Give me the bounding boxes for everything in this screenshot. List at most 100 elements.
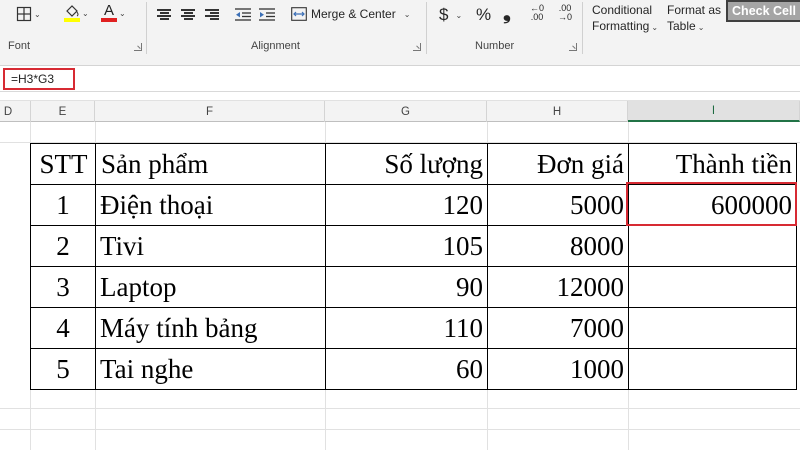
paint-bucket-icon xyxy=(64,5,80,22)
chevron-down-icon: ⌄ xyxy=(651,23,659,32)
table-row: 4 Máy tính bảng 110 7000 xyxy=(30,307,797,349)
cell-stt[interactable]: 1 xyxy=(30,184,96,226)
conditional-formatting-label-1: Conditional xyxy=(592,3,653,17)
cell-total[interactable] xyxy=(628,225,797,267)
cell-quantity[interactable]: 60 xyxy=(325,348,488,390)
cell-total[interactable] xyxy=(628,266,797,308)
table-row: 3 Laptop 90 12000 xyxy=(30,266,797,308)
cell-product[interactable]: Tai nghe xyxy=(95,348,326,390)
table-row: 5 Tai nghe 60 1000 xyxy=(30,348,797,390)
cell-quantity[interactable]: 90 xyxy=(325,266,488,308)
increase-indent-button[interactable] xyxy=(259,8,275,21)
number-group-label: Number xyxy=(475,40,515,52)
conditional-formatting-label-2: Formatting xyxy=(592,19,650,33)
check-cell-style[interactable]: Check Cell xyxy=(726,0,800,22)
fill-color-swatch xyxy=(64,18,80,22)
cell-quantity[interactable]: 110 xyxy=(325,307,488,349)
cell-unit-price[interactable]: 5000 xyxy=(487,184,629,226)
accounting-format-button[interactable]: $ ⌄ xyxy=(439,5,462,25)
chevron-down-icon: ⌄ xyxy=(455,10,463,20)
merge-center-button[interactable]: Merge & Center ⌄ xyxy=(291,7,410,21)
cell-total[interactable]: 600000 xyxy=(628,184,797,226)
cell-product[interactable]: Laptop xyxy=(95,266,326,308)
align-right-icon xyxy=(205,9,219,20)
format-as-table-label-2: Table xyxy=(667,19,696,33)
increase-decimal-bottom: .00 xyxy=(530,12,544,22)
header-quantity[interactable]: Số lượng xyxy=(325,143,488,185)
increase-decimal-button[interactable]: ←0 .00 xyxy=(530,4,544,22)
cell-stt[interactable]: 5 xyxy=(30,348,96,390)
chevron-down-icon: ⌄ xyxy=(119,8,126,18)
align-left-button[interactable] xyxy=(157,9,171,20)
chevron-down-icon: ⌄ xyxy=(34,9,41,19)
column-header-h[interactable]: H xyxy=(487,101,628,122)
divider xyxy=(582,2,583,54)
cell-unit-price[interactable]: 12000 xyxy=(487,266,629,308)
increase-indent-icon xyxy=(259,8,275,21)
cell-stt[interactable]: 3 xyxy=(30,266,96,308)
chevron-down-icon: ⌄ xyxy=(697,23,705,32)
align-left-icon xyxy=(157,9,171,20)
header-stt[interactable]: STT xyxy=(30,143,96,185)
fill-color-button[interactable]: ⌄ xyxy=(64,5,89,22)
cell-quantity[interactable]: 105 xyxy=(325,225,488,267)
gridline xyxy=(0,429,800,430)
alignment-group-label: Alignment xyxy=(251,40,300,52)
merge-cells-icon xyxy=(291,7,307,21)
cell-product[interactable]: Máy tính bảng xyxy=(95,307,326,349)
chevron-down-icon: ⌄ xyxy=(403,9,411,19)
column-header-i[interactable]: I xyxy=(628,101,800,122)
font-color-button[interactable]: A ⌄ xyxy=(101,3,126,22)
decrease-decimal-bottom: →0 xyxy=(558,12,573,22)
number-dialog-launcher[interactable] xyxy=(569,43,577,51)
cell-stt[interactable]: 2 xyxy=(30,225,96,267)
cell-stt[interactable]: 4 xyxy=(30,307,96,349)
conditional-formatting-button[interactable]: Conditional Formatting ⌄ xyxy=(592,2,658,36)
cell-unit-price[interactable]: 7000 xyxy=(487,307,629,349)
divider xyxy=(146,2,147,54)
cell-unit-price[interactable]: 8000 xyxy=(487,225,629,267)
cell-quantity[interactable]: 120 xyxy=(325,184,488,226)
comma-style-button[interactable]: ❟ xyxy=(503,2,511,25)
cell-product[interactable]: Tivi xyxy=(95,225,326,267)
font-color-icon: A xyxy=(101,3,117,22)
align-center-icon xyxy=(181,9,195,20)
decrease-decimal-button[interactable]: .00 →0 xyxy=(558,4,572,22)
font-group-label: Font xyxy=(8,40,31,52)
column-header-f[interactable]: F xyxy=(95,101,325,122)
column-header-d[interactable]: D xyxy=(0,101,31,122)
table-header-row: STT Sản phẩm Số lượng Đơn giá Thành tiền xyxy=(30,143,797,185)
percent-style-button[interactable]: % xyxy=(476,5,491,25)
merge-center-label: Merge & Center xyxy=(311,7,396,21)
format-as-table-button[interactable]: Format as Table ⌄ xyxy=(667,2,721,36)
product-table: STT Sản phẩm Số lượng Đơn giá Thành tiền… xyxy=(30,143,797,390)
header-total[interactable]: Thành tiền xyxy=(628,143,797,185)
font-dialog-launcher[interactable] xyxy=(134,43,142,51)
column-header-row: D E F G H I xyxy=(0,100,800,122)
chevron-down-icon: ⌄ xyxy=(82,9,89,18)
dollar-icon: $ xyxy=(439,5,449,24)
divider xyxy=(426,2,427,54)
alignment-dialog-launcher[interactable] xyxy=(413,43,421,51)
table-row: 1 Điện thoại 120 5000 600000 xyxy=(30,184,797,226)
cell-total[interactable] xyxy=(628,307,797,349)
format-as-table-label-1: Format as xyxy=(667,3,722,17)
cell-total[interactable] xyxy=(628,348,797,390)
formula-bar: =H3*G3 xyxy=(0,66,800,92)
cell-product[interactable]: Điện thoại xyxy=(95,184,326,226)
table-row: 2 Tivi 105 8000 xyxy=(30,225,797,267)
align-right-button[interactable] xyxy=(205,9,219,20)
header-unit-price[interactable]: Đơn giá xyxy=(487,143,629,185)
gridline xyxy=(0,408,800,409)
borders-button[interactable]: ⌄ xyxy=(16,6,41,22)
formula-input[interactable]: =H3*G3 xyxy=(3,68,75,90)
align-center-button[interactable] xyxy=(181,9,195,20)
decrease-indent-icon xyxy=(235,8,251,21)
cell-unit-price[interactable]: 1000 xyxy=(487,348,629,390)
font-color-swatch xyxy=(101,18,117,22)
column-header-g[interactable]: G xyxy=(325,101,487,122)
header-product[interactable]: Sản phẩm xyxy=(95,143,326,185)
percent-icon: % xyxy=(476,5,492,24)
column-header-e[interactable]: E xyxy=(31,101,95,122)
decrease-indent-button[interactable] xyxy=(235,8,251,21)
